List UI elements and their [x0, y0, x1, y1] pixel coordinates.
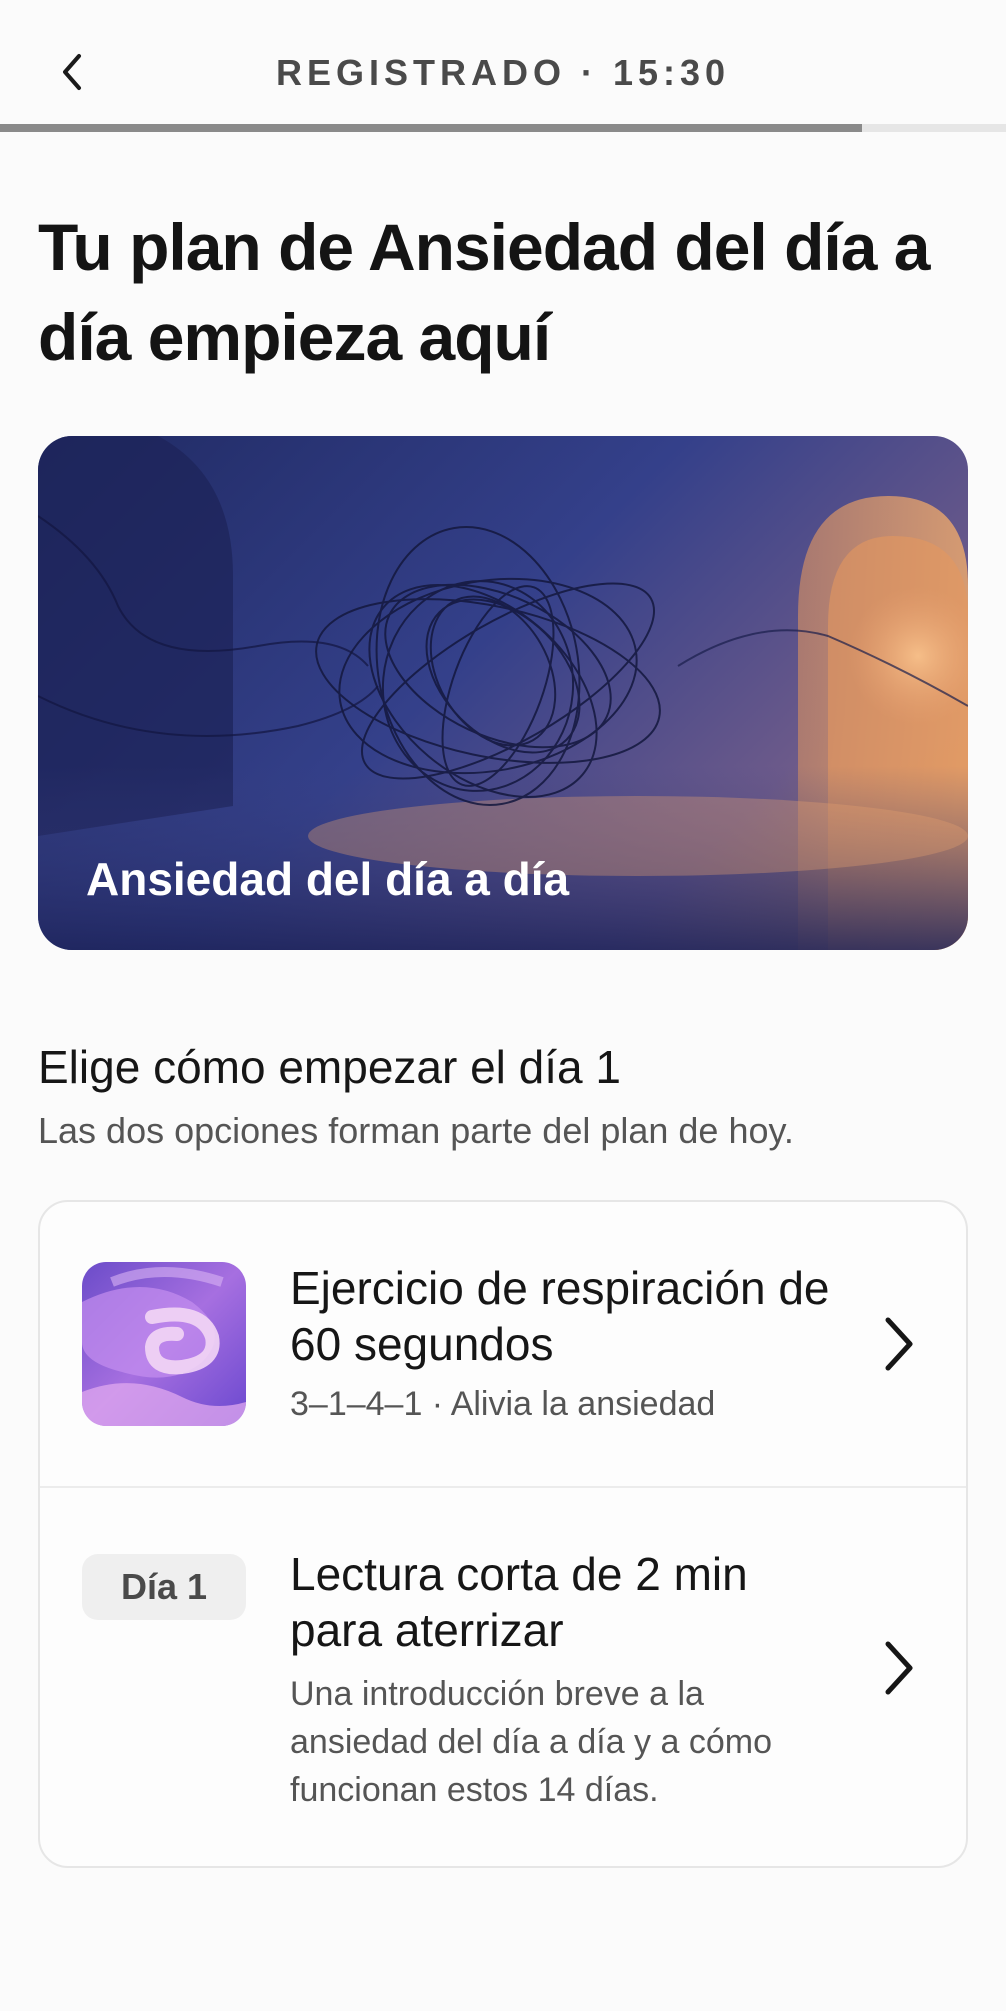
breathing-swirl-thumbnail: [82, 1262, 246, 1426]
short-reading-option[interactable]: Día 1 Lectura corta de 2 min para aterri…: [40, 1488, 966, 1868]
day-badge: Día 1: [82, 1554, 246, 1620]
section-title: Elige cómo empezar el día 1: [38, 1041, 621, 1093]
breathing-exercise-option[interactable]: Ejercicio de respiración de 60 segundos …: [40, 1202, 966, 1488]
progress-bar-fill: [0, 124, 863, 132]
hero-card-title: Ansiedad del día a día: [86, 853, 570, 905]
breathing-exercise-subtitle: 3–1–4–1 · Alivia la ansiedad: [290, 1385, 716, 1423]
short-reading-title: Lectura corta de 2 min para aterrizar: [290, 1548, 748, 1656]
options-list: Ejercicio de respiración de 60 segundos …: [38, 1200, 968, 1868]
top-bar: REGISTRADO · 15:30: [0, 0, 1006, 125]
progress-bar: [0, 124, 1006, 132]
section-subtitle: Las dos opciones forman parte del plan d…: [38, 1110, 794, 1151]
hero-card[interactable]: Ansiedad del día a día: [38, 436, 968, 950]
header-status-title: REGISTRADO · 15:30: [275, 52, 731, 93]
chevron-right-icon: [868, 1638, 928, 1698]
breathing-exercise-title: Ejercicio de respiración de 60 segundos: [290, 1262, 830, 1370]
short-reading-subtitle: Una introducción breve a la ansiedad del…: [290, 1675, 772, 1809]
page-title: Tu plan de Ansiedad del día a día empiez…: [38, 210, 931, 374]
chevron-right-icon: [868, 1314, 928, 1374]
